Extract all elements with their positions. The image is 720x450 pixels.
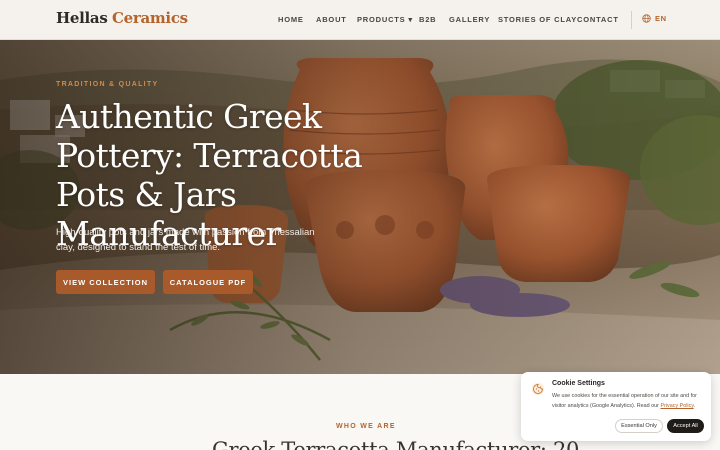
privacy-policy-link[interactable]: Privacy Policy xyxy=(660,403,693,409)
catalogue-pdf-button[interactable]: CATALOGUE PDF xyxy=(163,270,253,294)
nav-contact[interactable]: CONTACT xyxy=(577,15,619,24)
nav-products[interactable]: PRODUCTS ▾ xyxy=(357,15,413,24)
cookie-icon xyxy=(531,382,545,396)
nav-about[interactable]: ABOUT xyxy=(316,15,347,24)
hero-subtitle: High-quality pots and jars made with pas… xyxy=(56,227,315,253)
globe-icon xyxy=(642,14,651,23)
nav-home[interactable]: HOME xyxy=(278,15,304,24)
language-label: EN xyxy=(655,14,667,23)
cookie-text: We use cookies for the essential operati… xyxy=(552,391,706,411)
nav-stories-of-clay[interactable]: STORIES OF CLAY xyxy=(498,15,577,24)
brand-name-part2: Ceramics xyxy=(111,9,188,27)
brand-logo[interactable]: Hellas Ceramics xyxy=(56,9,188,27)
nav-divider xyxy=(631,11,632,29)
site-header: Hellas Ceramics HOME ABOUT PRODUCTS ▾ B2… xyxy=(0,0,720,40)
cookie-period: . xyxy=(693,403,696,409)
nav-gallery[interactable]: GALLERY xyxy=(449,15,490,24)
brand-name-part1: Hellas xyxy=(56,9,108,27)
language-switcher[interactable]: EN xyxy=(642,14,667,23)
nav-b2b[interactable]: B2B xyxy=(419,15,436,24)
accept-all-button[interactable]: Accept All xyxy=(667,419,704,433)
cookie-title: Cookie Settings xyxy=(552,380,605,387)
essential-only-button[interactable]: Essential Only xyxy=(615,419,663,433)
view-collection-button[interactable]: VIEW COLLECTION xyxy=(56,270,155,294)
cookie-banner: Cookie Settings We use cookies for the e… xyxy=(521,372,711,441)
hero-section: TRADITION & QUALITY Authentic Greek Pott… xyxy=(0,40,720,374)
section-eyebrow: WHO WE ARE xyxy=(336,423,396,430)
hero-eyebrow: TRADITION & QUALITY xyxy=(56,81,159,88)
